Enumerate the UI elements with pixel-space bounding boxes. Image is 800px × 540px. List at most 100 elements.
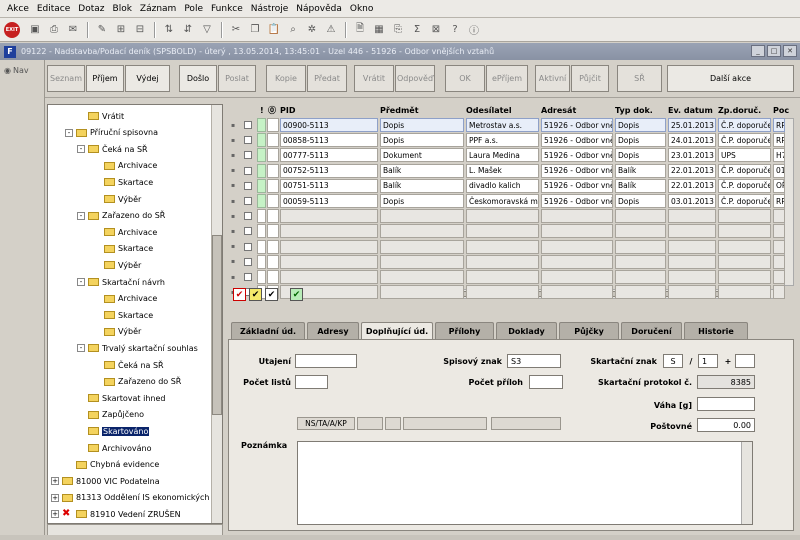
cut-icon[interactable]: ✂ xyxy=(227,21,245,39)
empty-cell[interactable] xyxy=(466,285,539,300)
table-cell[interactable]: 00777-5113 xyxy=(280,148,378,163)
empty-cell[interactable] xyxy=(773,270,785,284)
tree-node[interactable]: Skartace xyxy=(104,308,153,322)
empty-cell[interactable] xyxy=(541,270,613,284)
edit-icon[interactable]: ✎ xyxy=(93,21,111,39)
empty-cell[interactable] xyxy=(380,224,464,239)
menu-0[interactable]: Akce xyxy=(3,4,33,14)
tree-scroll-thumb[interactable] xyxy=(212,235,222,415)
table-cell[interactable]: Dopis xyxy=(615,133,666,148)
document-icon[interactable]: 🗎 xyxy=(351,21,369,39)
postovne-field[interactable]: 0.00 xyxy=(697,418,755,432)
ns-field-2[interactable] xyxy=(357,417,383,430)
column-header[interactable]: Zp.doruč. xyxy=(718,104,761,117)
tab-1[interactable]: Adresy xyxy=(307,322,359,339)
tab-4[interactable]: Doklady xyxy=(496,322,557,339)
tree-node[interactable]: Výběr xyxy=(104,325,141,339)
tree-node[interactable]: - Příruční spisovna xyxy=(65,126,158,140)
dalsi-akce-button[interactable]: Další akce xyxy=(667,65,794,92)
ns-field-4[interactable] xyxy=(403,417,487,430)
collapse-icon[interactable]: - xyxy=(77,145,85,154)
empty-cell[interactable] xyxy=(773,239,785,254)
row-checkbox[interactable] xyxy=(244,166,252,175)
close-icon[interactable]: ✕ xyxy=(783,45,797,57)
table-cell[interactable]: 016 xyxy=(773,163,785,178)
prijem-button[interactable]: Příjem xyxy=(86,65,124,92)
ns-ta-a-kp-field[interactable]: NS/TA/A/KP xyxy=(297,417,355,430)
row-checkbox[interactable] xyxy=(244,151,252,160)
table-cell[interactable]: 03.01.2013 xyxy=(668,194,716,208)
empty-cell[interactable] xyxy=(280,239,378,254)
row-marker[interactable]: ▪ xyxy=(231,148,239,162)
empty-cell[interactable] xyxy=(615,270,666,284)
empty-cell[interactable] xyxy=(466,224,539,239)
menu-4[interactable]: Záznam xyxy=(136,4,180,14)
table-cell[interactable]: divadlo kalich xyxy=(466,178,539,193)
empty-cell[interactable] xyxy=(466,270,539,284)
poznamka-scrollbar[interactable] xyxy=(741,442,752,524)
collapse-icon[interactable]: - xyxy=(65,128,73,137)
doslo-button[interactable]: Došlo xyxy=(179,65,217,92)
empty-cell[interactable] xyxy=(380,254,464,269)
table-cell[interactable]: H7Z xyxy=(773,148,785,163)
row-checkbox[interactable] xyxy=(244,227,252,236)
column-header[interactable]: Typ dok. xyxy=(615,104,653,117)
legend-white-check-icon[interactable]: ✔ xyxy=(265,288,278,301)
settings-icon[interactable]: ✲ xyxy=(303,21,321,39)
menu-9[interactable]: Okno xyxy=(346,4,378,14)
sort-icon[interactable]: ⇅ xyxy=(160,21,178,39)
empty-cell[interactable] xyxy=(615,254,666,269)
empty-cell[interactable] xyxy=(668,209,716,224)
empty-cell[interactable] xyxy=(380,270,464,284)
row-marker[interactable]: ▪ xyxy=(231,194,239,208)
tree-node[interactable]: Zapůjčeno xyxy=(88,408,144,422)
row-checkbox[interactable] xyxy=(244,181,252,190)
skartacni-plus-field[interactable] xyxy=(735,354,755,368)
empty-cell[interactable] xyxy=(466,209,539,224)
empty-cell[interactable] xyxy=(541,285,613,300)
row-marker[interactable]: ▪ xyxy=(231,270,239,284)
empty-cell[interactable] xyxy=(280,270,378,284)
table-cell[interactable]: Č.P. doporuče xyxy=(718,133,771,148)
empty-cell[interactable] xyxy=(280,209,378,224)
empty-cell[interactable] xyxy=(668,285,716,300)
column-header[interactable]: ! xyxy=(260,104,264,117)
expand-icon[interactable]: + xyxy=(51,477,59,486)
table-cell[interactable]: 51926 - Odbor vně xyxy=(541,163,613,178)
table-cell[interactable]: 24.01.2013 xyxy=(668,133,716,148)
empty-cell[interactable] xyxy=(718,285,771,300)
table-cell[interactable]: 51926 - Odbor vně xyxy=(541,194,613,208)
maximize-icon[interactable]: □ xyxy=(767,45,781,57)
poznamka-textarea[interactable] xyxy=(297,441,753,525)
empty-cell[interactable] xyxy=(718,254,771,269)
table-cell[interactable]: 51926 - Odbor vně xyxy=(541,148,613,163)
skartacni-lhuta-field[interactable]: 1 xyxy=(698,354,718,368)
row-checkbox[interactable] xyxy=(244,197,252,205)
empty-cell[interactable] xyxy=(718,239,771,254)
empty-cell[interactable] xyxy=(615,224,666,239)
row-marker[interactable]: ▪ xyxy=(231,240,239,254)
ns-field-3[interactable] xyxy=(385,417,401,430)
tree-node[interactable]: Skartace xyxy=(104,242,153,256)
table-cell[interactable]: 51926 - Odbor vně xyxy=(541,133,613,148)
tree-node[interactable]: Archivace xyxy=(104,159,157,173)
spisovy-znak-field[interactable]: S3 xyxy=(507,354,561,368)
row-marker[interactable]: ▪ xyxy=(231,164,239,178)
empty-cell[interactable] xyxy=(380,239,464,254)
expand-icon[interactable]: + xyxy=(51,510,59,519)
vydej-button[interactable]: Výdej xyxy=(125,65,170,92)
empty-cell[interactable] xyxy=(380,209,464,224)
skartacni-znak-field[interactable]: S xyxy=(663,354,683,368)
row-marker[interactable]: ▪ xyxy=(231,179,239,193)
menu-7[interactable]: Nástroje xyxy=(247,4,293,14)
table-cell[interactable]: Dopis xyxy=(615,148,666,163)
predat-button[interactable]: Předat xyxy=(307,65,347,92)
table-cell[interactable]: 00858-5113 xyxy=(280,133,378,148)
odpoved-button[interactable]: Odpověď xyxy=(395,65,435,92)
menu-8[interactable]: Nápověda xyxy=(292,4,346,14)
insert-record-icon[interactable]: ⊞ xyxy=(112,21,130,39)
table-cell[interactable]: RR0 xyxy=(773,118,785,132)
table-cell[interactable]: Balík xyxy=(380,163,464,178)
pocet-priloh-field[interactable] xyxy=(529,375,563,389)
menu-1[interactable]: Editace xyxy=(33,4,74,14)
